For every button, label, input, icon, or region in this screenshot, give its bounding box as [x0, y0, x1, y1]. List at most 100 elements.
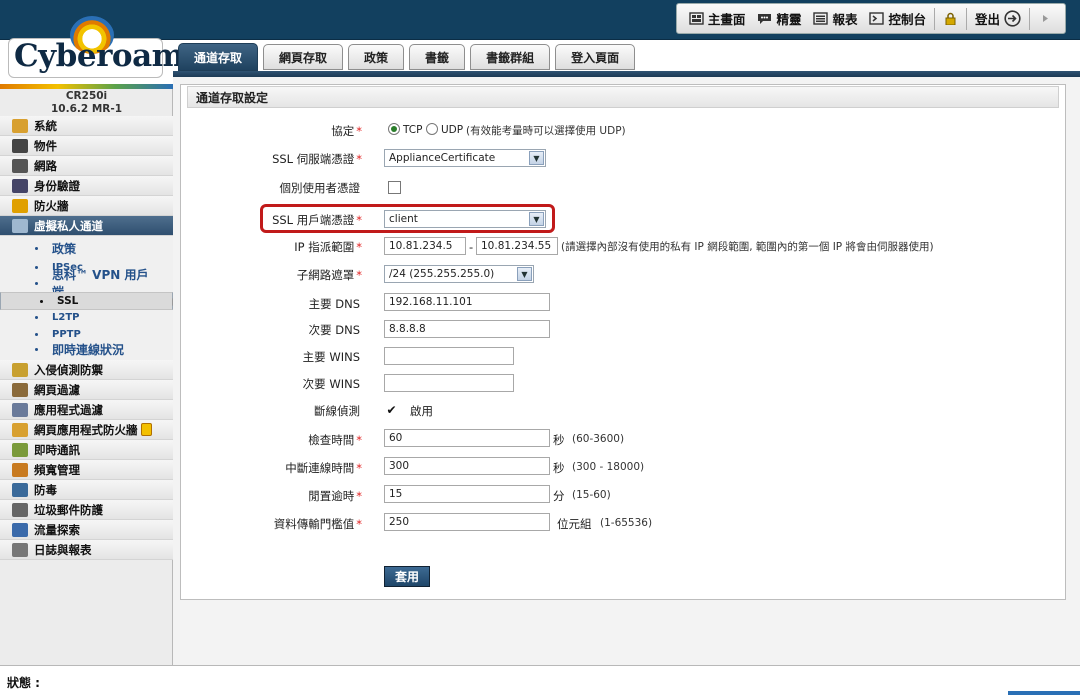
protocol-udp-radio[interactable] [426, 123, 438, 135]
sidebar-item-waf[interactable]: 網頁應用程式防火牆 [0, 420, 173, 440]
tab-policy[interactable]: 政策 [348, 44, 405, 70]
primary-dns-input[interactable]: 192.168.11.101 [384, 293, 550, 311]
sidebar-item-label: 日誌與報表 [34, 542, 92, 557]
sidebar-item-ips[interactable]: 入侵偵測防禦 [0, 360, 173, 380]
submenu-l2tp[interactable]: L2TP [0, 309, 173, 325]
primary-wins-input[interactable] [384, 347, 514, 365]
apply-button[interactable]: 套用 [384, 566, 430, 587]
per-user-cert-checkbox[interactable] [388, 181, 401, 194]
protocol-tcp-label: TCP [403, 124, 423, 136]
disconnect-time-unit: 秒 [553, 461, 565, 475]
subnet-mask-select[interactable]: /24 (255.255.255.0) ▼ [384, 265, 534, 283]
ssl-client-cert-select[interactable]: client ▼ [384, 210, 546, 228]
sidebar-item-label: 頻寬管理 [34, 462, 80, 477]
primary-dns-label: 主要 DNS [308, 297, 360, 311]
submenu-label: PPTP [52, 328, 81, 340]
sidebar-item-label: 即時通訊 [34, 442, 80, 457]
report-link[interactable]: 報表 [807, 4, 863, 33]
submenu-live-connections[interactable]: 即時連線狀況 [0, 341, 173, 357]
expand-button[interactable] [1032, 4, 1059, 33]
sidebar-item-label: 物件 [34, 138, 57, 153]
wizard-icon [758, 14, 772, 24]
secondary-dns-label: 次要 DNS [308, 323, 360, 337]
wizard-link[interactable]: 精靈 [751, 4, 807, 33]
sidebar-item-vpn[interactable]: 虛擬私人通道 [0, 216, 173, 236]
protocol-tcp-radio[interactable] [388, 123, 400, 135]
sidebar-item-web-filter[interactable]: 網頁過濾 [0, 380, 173, 400]
sidebar-item-app-filter[interactable]: 應用程式過濾 [0, 400, 173, 420]
submenu-label: L2TP [52, 311, 80, 323]
ip-range-to-input[interactable]: 10.81.234.55 [476, 237, 558, 255]
sidebar-item-logs-reports[interactable]: 日誌與報表 [0, 540, 173, 560]
sidebar-item-label: 垃圾郵件防護 [34, 502, 103, 517]
bullet [35, 281, 38, 285]
firmware-version: 10.6.2 MR-1 [50, 103, 123, 115]
sidebar-item-im[interactable]: 即時通訊 [0, 440, 173, 460]
top-links: 主畫面 精靈 報表 控制台 登出 [675, 3, 1066, 34]
dead-peer-checkbox[interactable]: ✔ [385, 403, 398, 416]
dead-peer-label: 斷線偵測 [314, 404, 360, 418]
submenu-policy[interactable]: 政策 [0, 240, 173, 256]
home-link-label: 主畫面 [707, 12, 746, 27]
sidebar-item-label: 網路 [34, 158, 57, 173]
waf-badge-icon [140, 423, 152, 436]
sidebar-item-label: 防毒 [34, 482, 57, 497]
threshold-label: 資料傳輸門檻值 * [273, 517, 362, 531]
home-link[interactable]: 主畫面 [683, 4, 752, 33]
chevron-down-icon: ▼ [517, 267, 532, 281]
disconnect-time-input[interactable]: 300 [384, 457, 550, 475]
threshold-range: (1-65536) [600, 517, 653, 529]
idle-timeout-range: (15-60) [572, 489, 611, 501]
antispam-icon [12, 502, 28, 517]
threshold-input[interactable]: 250 [384, 513, 550, 531]
sidebar-item-qos[interactable]: 頻寬管理 [0, 460, 173, 480]
sidebar-item-system[interactable]: 系統 [0, 116, 173, 136]
logout-link-label: 登出 [974, 12, 1000, 27]
tab-web-access[interactable]: 網頁存取 [263, 44, 344, 70]
objects-icon [12, 138, 28, 153]
cyberoam-logo[interactable]: Cyberoam [0, 0, 184, 84]
submenu-cisco-vpn-client[interactable]: 思科™ VPN 用戶端... [0, 268, 173, 299]
tab-bookmark-groups[interactable]: 書籤群組 [470, 44, 551, 70]
sidebar-item-antispam[interactable]: 垃圾郵件防護 [0, 500, 173, 520]
sidebar-item-label: 防火牆 [34, 198, 69, 213]
submenu-ssl[interactable]: SSL [0, 292, 173, 310]
idle-timeout-unit: 分 [553, 489, 565, 503]
sidebar-item-network[interactable]: 網路 [0, 156, 173, 176]
model-name: CR250i [65, 90, 108, 102]
secondary-dns-input[interactable]: 8.8.8.8 [384, 320, 550, 338]
lock-button[interactable] [937, 4, 964, 33]
bullet [40, 299, 43, 303]
sidebar-item-antivirus[interactable]: 防毒 [0, 480, 173, 500]
ips-icon [12, 362, 28, 377]
sidebar-item-traffic-discovery[interactable]: 流量探索 [0, 520, 173, 540]
sidebar-item-identity[interactable]: 身份驗證 [0, 176, 173, 196]
bullet [35, 347, 38, 351]
tab-login-page[interactable]: 登入頁面 [555, 44, 636, 70]
sidebar-item-label: 網頁應用程式防火牆 [34, 422, 138, 437]
sidebar-item-label: 流量探索 [34, 522, 80, 537]
vpn-icon [12, 218, 28, 233]
subnet-mask-label: 子網路遮罩 * [296, 268, 362, 282]
protocol-label: 協定 * [331, 124, 362, 138]
sidebar-item-objects[interactable]: 物件 [0, 136, 173, 156]
tab-tunnel-access[interactable]: 通道存取 [178, 43, 259, 71]
top-separator [965, 7, 967, 30]
ssl-server-cert-select[interactable]: ApplianceCertificate ▼ [384, 149, 546, 167]
dead-peer-enable-label: 啟用 [410, 404, 433, 418]
disconnect-time-range: (300 - 18000) [572, 461, 645, 473]
logout-link[interactable]: 登出 [969, 4, 1027, 33]
sidebar-item-firewall[interactable]: 防火牆 [0, 196, 173, 216]
check-interval-input[interactable]: 60 [384, 429, 550, 447]
ssl-client-cert-value: client [389, 213, 418, 225]
idle-timeout-input[interactable]: 15 [384, 485, 550, 503]
play-icon [1043, 15, 1048, 22]
chevron-down-icon: ▼ [529, 151, 544, 165]
secondary-wins-input[interactable] [384, 374, 514, 392]
tab-bookmarks[interactable]: 書籤 [409, 44, 466, 70]
qos-icon [12, 462, 28, 477]
console-link[interactable]: 控制台 [863, 4, 932, 33]
subnet-mask-value: /24 (255.255.255.0) [389, 268, 495, 280]
network-icon [12, 158, 28, 173]
ip-range-from-input[interactable]: 10.81.234.5 [384, 237, 466, 255]
